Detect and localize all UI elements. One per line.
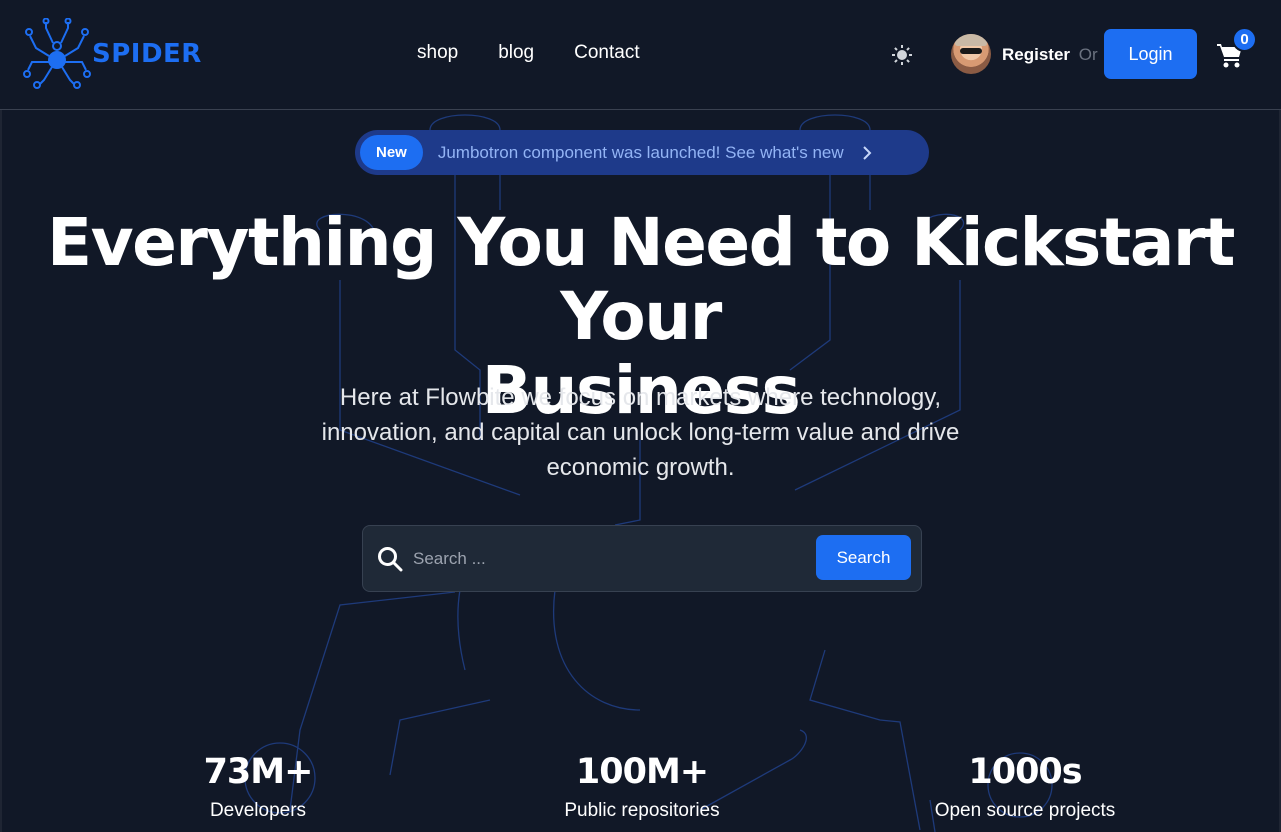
new-badge: New	[360, 135, 423, 170]
stat-label: Developers	[209, 800, 307, 821]
search-button[interactable]: Search	[816, 535, 911, 580]
nav-link-shop[interactable]: shop	[417, 42, 458, 64]
hero-title-line-1: Everything You Need to Kickstart Your	[47, 204, 1235, 355]
brand-logo[interactable]: SPIDER	[22, 18, 202, 90]
chevron-right-icon	[862, 145, 872, 160]
stat-value: 1000s	[968, 752, 1082, 792]
sun-icon[interactable]	[890, 43, 914, 67]
stat-open-source: 1000s Open source projects	[875, 752, 1175, 822]
search-icon	[378, 547, 403, 572]
announcement-text: Jumbotron component was launched! See wh…	[437, 142, 844, 162]
spider-logo-icon	[23, 18, 91, 89]
hero-subtitle: Here at Flowbite we focus on markets whe…	[321, 384, 960, 481]
brand-name: SPIDER	[92, 39, 202, 69]
main-nav: shop blog Contact	[417, 42, 640, 64]
stat-repositories: 100M+ Public repositories	[492, 752, 792, 822]
stat-label: Public repositories	[564, 800, 720, 821]
search-bar: Search	[362, 525, 922, 592]
or-label: Or	[1078, 45, 1098, 64]
auth-links: Register Or	[1002, 45, 1098, 65]
register-link[interactable]: Register	[1002, 45, 1070, 64]
announcement-banner[interactable]: New Jumbotron component was launched! Se…	[355, 130, 929, 175]
navbar: SPIDER shop blog Contact Register Or Log…	[0, 0, 1281, 110]
stat-developers: 73M+ Developers	[108, 752, 408, 822]
stat-value: 73M+	[203, 752, 314, 792]
login-button[interactable]: Login	[1104, 29, 1197, 79]
stat-value: 100M+	[575, 752, 709, 792]
stat-label: Open source projects	[934, 800, 1116, 821]
nav-link-blog[interactable]: blog	[498, 42, 534, 64]
avatar[interactable]	[951, 34, 991, 74]
nav-link-contact[interactable]: Contact	[574, 42, 639, 64]
search-input[interactable]	[413, 542, 793, 576]
cart-count-badge: 0	[1232, 27, 1257, 52]
